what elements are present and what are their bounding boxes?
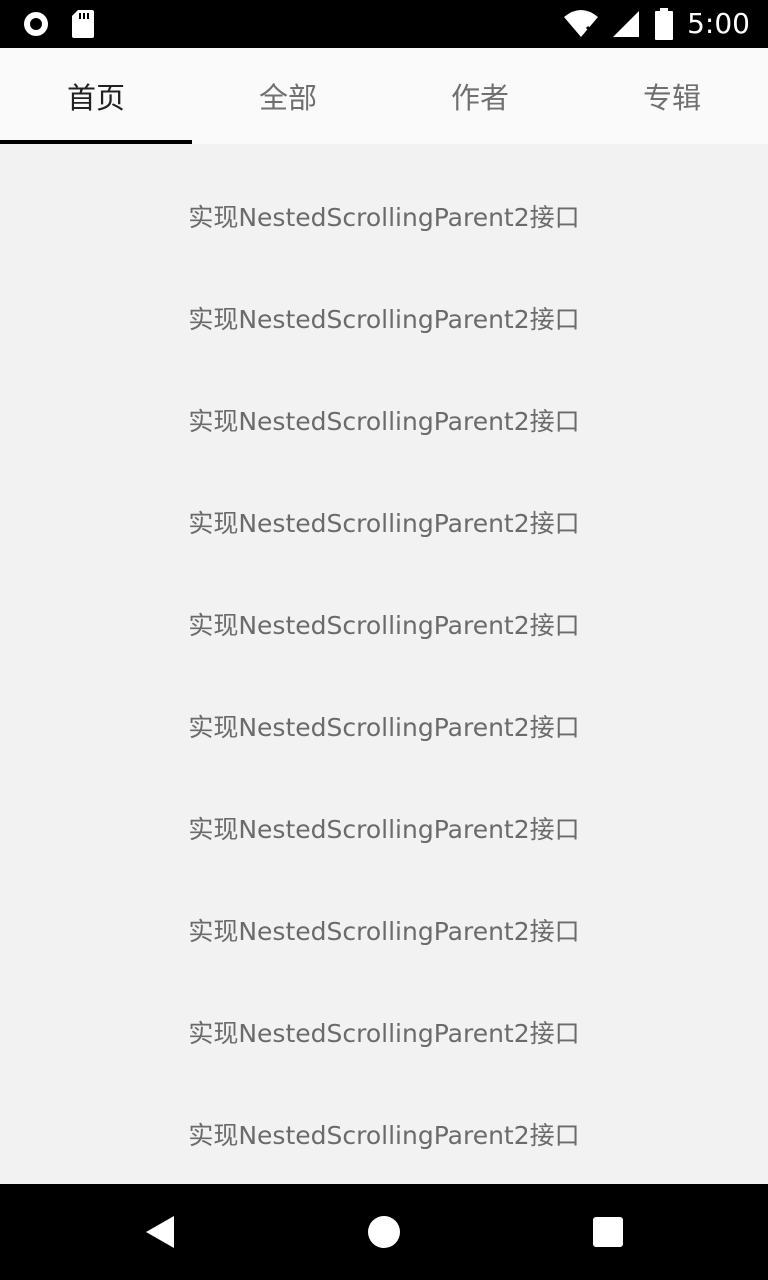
list-item[interactable]: 实现NestedScrollingParent2接口 [0,1104,768,1164]
tab-label: 首页 [66,81,125,115]
navigation-bar [0,1184,768,1280]
list-item[interactable]: 实现NestedScrollingParent2接口 [0,390,768,450]
recents-button[interactable] [560,1184,656,1280]
list-item[interactable]: 实现NestedScrollingParent2接口 [0,696,768,756]
tab-label: 作者 [450,81,509,115]
home-button[interactable] [336,1184,432,1280]
tab-label: 专辑 [642,81,701,115]
list-item[interactable]: 实现NestedScrollingParent2接口 [0,1002,768,1062]
tab-all[interactable]: 全部 [192,48,384,144]
tab-albums[interactable]: 专辑 [576,48,768,144]
back-button[interactable] [112,1184,208,1280]
home-icon [366,1214,402,1250]
recents-icon [592,1216,624,1248]
signal-icon [613,9,641,39]
list-item[interactable]: 实现NestedScrollingParent2接口 [0,594,768,654]
list-item[interactable]: 实现NestedScrollingParent2接口 [0,288,768,348]
scroll-list[interactable]: 实现NestedScrollingParent2接口 实现NestedScrol… [0,144,768,1184]
tab-label: 全部 [258,81,317,115]
phone-screen: 5:00 首页 全部 作者 专辑 实现NestedScrollingParent… [0,0,768,1280]
tab-authors[interactable]: 作者 [384,48,576,144]
tab-bar: 首页 全部 作者 专辑 [0,48,768,144]
tab-home[interactable]: 首页 [0,48,192,144]
wifi-icon [563,9,599,39]
circle-notification-icon [22,10,50,38]
status-bar: 5:00 [0,0,768,48]
back-icon [144,1214,176,1250]
list-item[interactable]: 实现NestedScrollingParent2接口 [0,186,768,246]
battery-icon [655,8,674,40]
list-item[interactable]: 实现NestedScrollingParent2接口 [0,492,768,552]
list-item[interactable]: 实现NestedScrollingParent2接口 [0,900,768,960]
status-time: 5:00 [687,7,750,40]
sd-card-icon [72,10,94,38]
list-item[interactable]: 实现NestedScrollingParent2接口 [0,798,768,858]
